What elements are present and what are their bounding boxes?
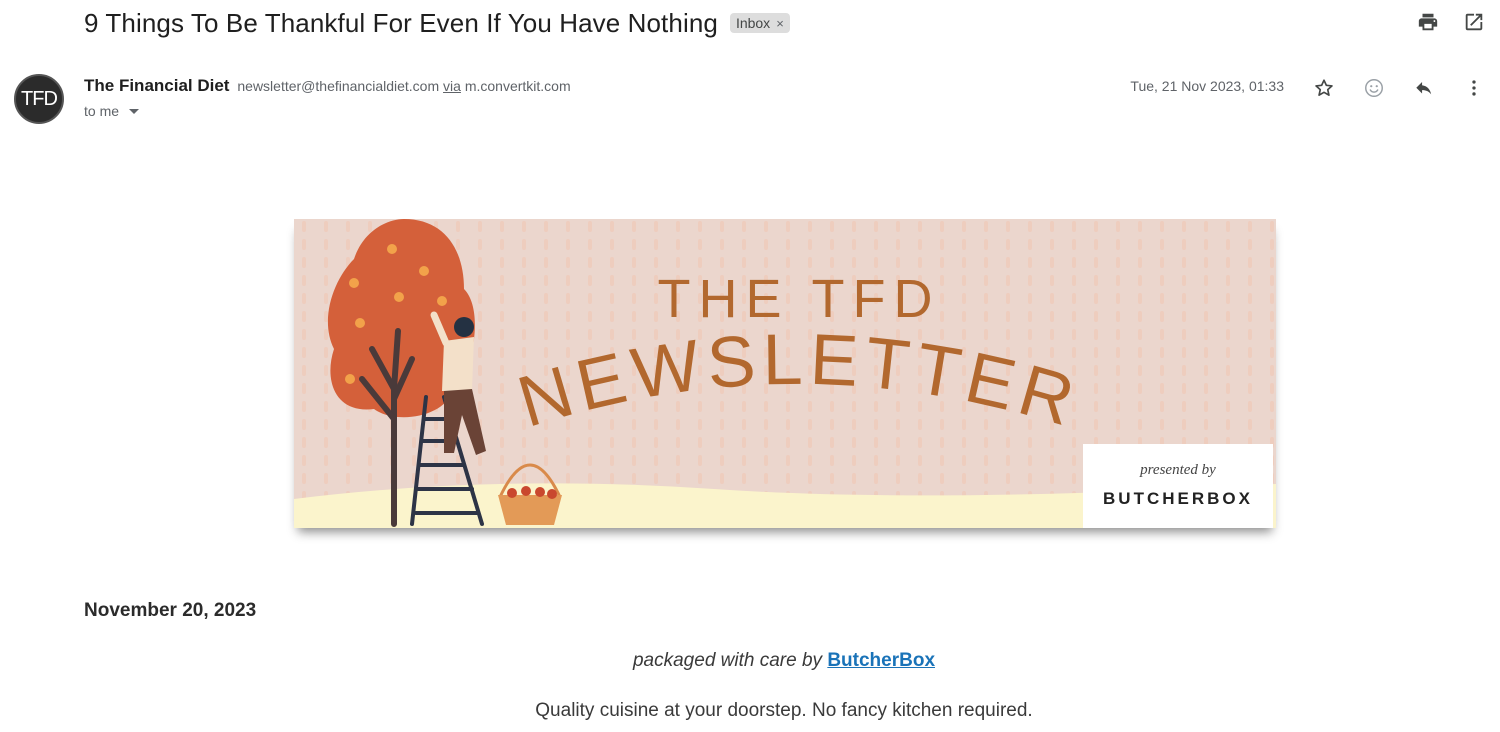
sponsor-line: packaged with care by ButcherBox [0, 650, 1500, 672]
emoji-icon[interactable] [1362, 76, 1386, 100]
more-vert-icon[interactable] [1462, 76, 1486, 100]
sender-avatar[interactable]: TFD [14, 74, 64, 124]
sponsor-prefix: packaged with care by [632, 650, 823, 671]
butcherbox-link[interactable]: ButcherBox [827, 650, 935, 671]
top-actions [1416, 10, 1486, 34]
recipient-text: to me [84, 103, 120, 119]
sponsor-logo-text: BUTCHERBOX [1103, 489, 1253, 508]
subject-row: 9 Things To Be Thankful For Even If You … [84, 6, 790, 40]
inbox-label-chip[interactable]: Inbox × [729, 13, 790, 33]
sender-line: The Financial Diet newsletter@thefinanci… [84, 76, 571, 96]
label-text: Inbox [735, 15, 771, 31]
via-domain: m.convertkit.com [464, 78, 571, 94]
recipient-details-toggle[interactable]: to me [84, 103, 140, 119]
message-actions [1312, 76, 1486, 100]
newsletter-banner-image: THE TFD NEWSLETTER presented by BUTCHERB… [294, 219, 1276, 528]
star-icon[interactable] [1312, 76, 1336, 100]
banner-illustration: THE TFD NEWSLETTER presented by BUTCHERB… [294, 219, 1276, 528]
reply-icon[interactable] [1412, 76, 1436, 100]
email-timestamp: Tue, 21 Nov 2023, 01:33 [1130, 78, 1284, 94]
print-icon[interactable] [1416, 10, 1440, 34]
email-subject: 9 Things To Be Thankful For Even If You … [84, 7, 718, 38]
sender-email: newsletter@thefinancialdiet.com [237, 78, 440, 94]
sponsor-tagline: Quality cuisine at your doorstep. No fan… [535, 700, 1033, 721]
sender-name[interactable]: The Financial Diet [84, 76, 229, 95]
email-body-date: November 20, 2023 [84, 600, 257, 621]
open-in-new-icon[interactable] [1462, 10, 1486, 34]
chevron-down-icon[interactable] [129, 108, 140, 114]
remove-label-icon[interactable]: × [776, 16, 784, 31]
via-link[interactable]: via [443, 78, 461, 94]
presented-by-text: presented by [1139, 462, 1216, 478]
